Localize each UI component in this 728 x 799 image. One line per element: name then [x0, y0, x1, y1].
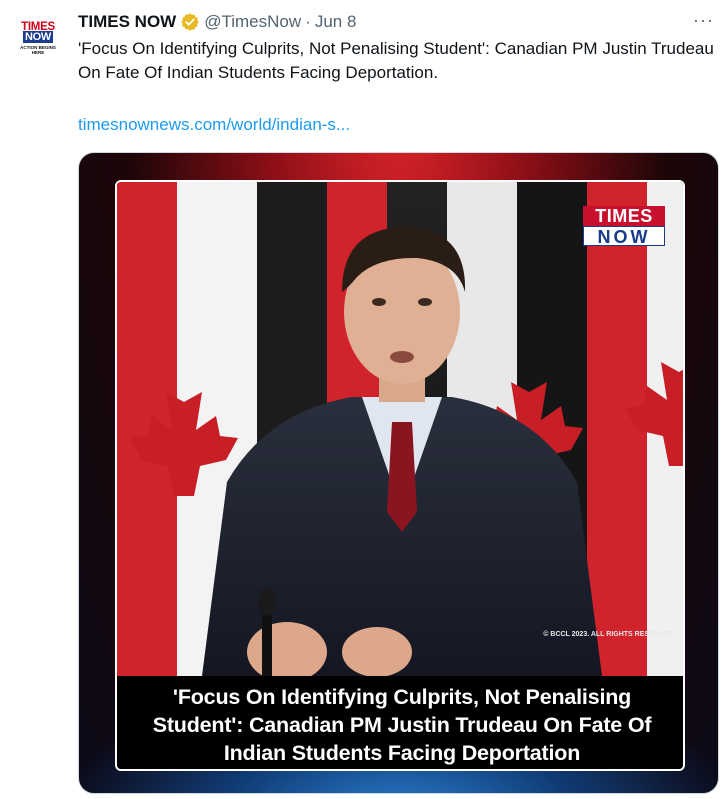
verified-badge-icon[interactable] — [180, 12, 200, 32]
avatar-logo-line2: NOW — [23, 31, 53, 43]
article-link[interactable]: timesnownews.com/world/indian-s... — [78, 113, 350, 137]
logo-line1: TIMES — [583, 206, 665, 226]
speaker-photo — [117, 182, 683, 676]
tweet-header: TIMES NOW @TimesNow · Jun 8 — [78, 11, 356, 33]
caption-text: 'Focus On Identifying Culprits, Not Pena… — [152, 684, 652, 765]
more-options-icon[interactable]: ··· — [693, 10, 714, 30]
avatar-tagline: ACTION BEGINS HERE — [20, 45, 56, 55]
logo-line2: NOW — [583, 226, 665, 247]
news-card: TIMES NOW © BCCL 2023. ALL RIGHTS RESERV… — [115, 180, 685, 771]
tweet-media-image[interactable]: TIMES NOW © BCCL 2023. ALL RIGHTS RESERV… — [78, 152, 719, 794]
copyright-notice: © BCCL 2023. ALL RIGHTS RESERVED. — [543, 631, 675, 638]
tweet-text: 'Focus On Identifying Culprits, Not Pena… — [78, 39, 714, 82]
caption-box: 'Focus On Identifying Culprits, Not Pena… — [117, 676, 683, 769]
account-handle[interactable]: @TimesNow — [204, 12, 301, 32]
times-now-logo: TIMES NOW — [583, 206, 665, 247]
display-name[interactable]: TIMES NOW — [78, 12, 176, 32]
separator-dot: · — [305, 12, 311, 31]
tweet-date[interactable]: Jun 8 — [315, 12, 357, 32]
account-avatar[interactable]: TIMES NOW ACTION BEGINS HERE — [14, 14, 62, 62]
